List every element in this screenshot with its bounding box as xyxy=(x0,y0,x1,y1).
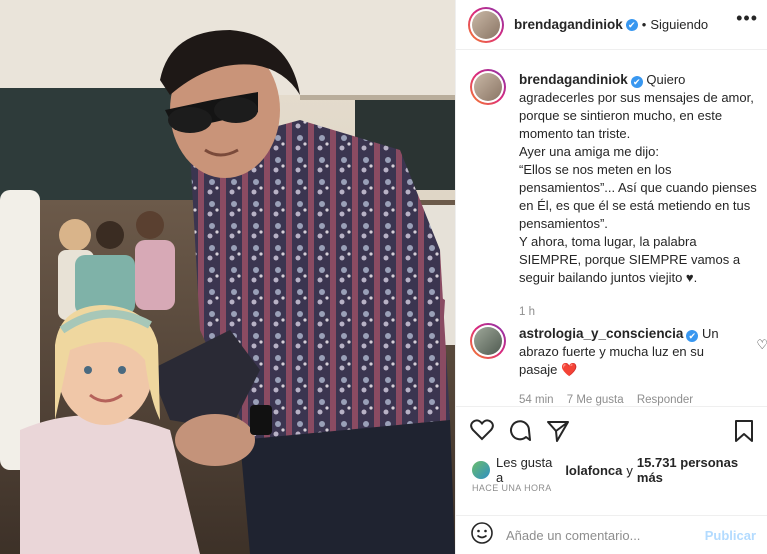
likes-prefix: Les gusta a xyxy=(496,455,553,485)
publish-button[interactable]: Publicar xyxy=(705,528,756,543)
post-photo[interactable] xyxy=(0,0,455,554)
comment-meta: 54 min 7 Me gusta Responder xyxy=(519,391,734,406)
verified-icon: ✔ xyxy=(630,76,643,88)
caption-line: Ayer una amiga me dijo: xyxy=(519,144,659,159)
post-timestamp[interactable]: HACE UNA HORA xyxy=(472,483,552,493)
caption-meta: 1 h xyxy=(519,303,757,321)
caption-line: “Ellos se nos meten en los pensamientos”… xyxy=(519,162,757,231)
reply-button[interactable]: Responder xyxy=(637,394,693,406)
caption-body: brendagandiniok ✔ Quiero agradecerles por… xyxy=(519,71,757,321)
verified-icon: ✔ xyxy=(686,330,699,342)
header-username[interactable]: brendagandiniok xyxy=(514,17,623,32)
post-header: brendagandiniok ✔ • Siguiendo ••• xyxy=(456,0,767,50)
header-avatar[interactable] xyxy=(468,6,504,43)
post-sidebar: brendagandiniok ✔ • Siguiendo ••• brenda… xyxy=(455,0,767,554)
photo-illustration xyxy=(0,0,455,554)
comment-body: astrologia_y_consciencia ✔ Un abrazo fuer… xyxy=(519,325,734,406)
more-options-icon[interactable]: ••• xyxy=(736,8,758,29)
liker-username[interactable]: lolafonca xyxy=(565,463,622,478)
add-comment-bar: Publicar xyxy=(456,515,767,554)
comment-username[interactable]: astrologia_y_consciencia xyxy=(519,326,683,341)
likes-count[interactable]: 15.731 personas más xyxy=(637,455,764,485)
verified-icon: ✔ xyxy=(625,18,638,31)
follow-status-button[interactable]: Siguiendo xyxy=(650,17,708,32)
comments-section[interactable]: brendagandiniok ✔ Quiero agradecerles por… xyxy=(456,51,767,406)
share-icon[interactable] xyxy=(546,419,570,448)
comment-like-icon[interactable]: ♡ xyxy=(756,337,767,353)
comment-avatar[interactable] xyxy=(470,323,506,359)
bookmark-icon[interactable] xyxy=(734,419,754,448)
heart-emoji: ❤️ xyxy=(560,362,578,377)
caption-time[interactable]: 1 h xyxy=(519,306,535,318)
comment-likes[interactable]: 7 Me gusta xyxy=(567,394,624,406)
liker-avatar[interactable] xyxy=(472,461,490,479)
post-actions: Les gusta a lolafonca y 15.731 personas … xyxy=(456,406,767,554)
caption-username[interactable]: brendagandiniok xyxy=(519,72,628,87)
heart-icon[interactable] xyxy=(470,419,494,446)
comment-icon[interactable] xyxy=(508,419,532,448)
caption-avatar[interactable] xyxy=(470,69,506,105)
comment-input[interactable] xyxy=(506,528,706,543)
emoji-icon[interactable] xyxy=(470,521,494,550)
likes-summary: Les gusta a lolafonca y 15.731 personas … xyxy=(472,455,767,485)
likes-middle: y xyxy=(626,462,633,478)
comment-time[interactable]: 54 min xyxy=(519,394,554,406)
separator-dot: • xyxy=(641,17,647,32)
caption-line: Y ahora, toma lugar, la palabra SIEMPRE,… xyxy=(519,234,741,285)
